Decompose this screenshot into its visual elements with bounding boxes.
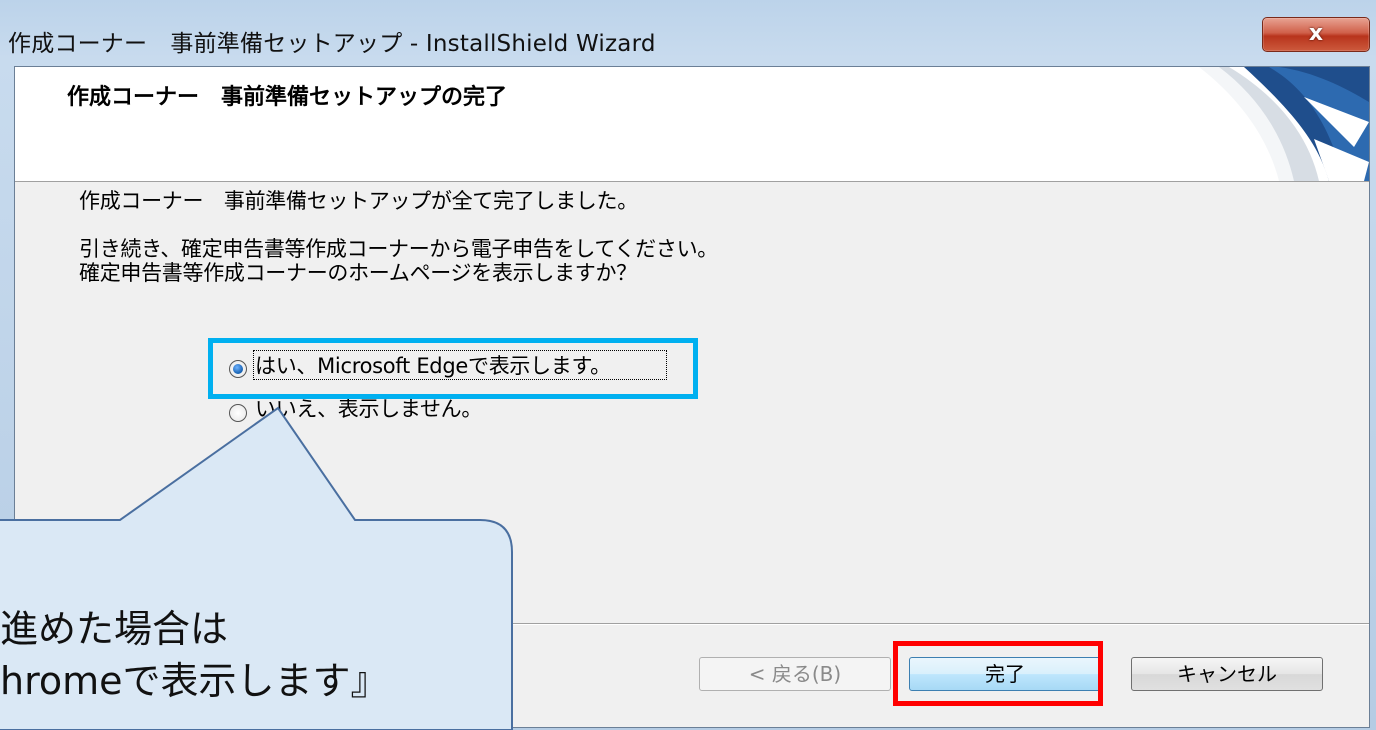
instruction-line-2: 確定申告書等作成コーナーのホームページを表示しますか？	[79, 261, 637, 285]
window-title: 作成コーナー 事前準備セットアップ - InstallShield Wizard	[8, 31, 656, 57]
callout-text-line-1: 進めた場合は	[0, 607, 229, 651]
page-title: 作成コーナー 事前準備セットアップの完了	[67, 85, 508, 110]
close-icon: x	[1308, 21, 1324, 46]
close-button[interactable]: x	[1262, 17, 1370, 52]
highlight-box-red	[893, 641, 1103, 706]
highlight-box-blue	[208, 338, 698, 399]
callout-text-line-2: hromeで表示します』	[0, 659, 389, 703]
completion-message: 作成コーナー 事前準備セットアップが全て完了しました。	[79, 189, 638, 213]
back-button[interactable]: < 戻る(B)	[699, 657, 891, 691]
installshield-logo	[1199, 67, 1369, 181]
header-band: 作成コーナー 事前準備セットアップの完了	[15, 67, 1369, 182]
cancel-button[interactable]: キャンセル	[1131, 657, 1323, 691]
radio-no[interactable]	[229, 404, 247, 422]
title-bar[interactable]: 作成コーナー 事前準備セットアップ - InstallShield Wizard…	[0, 14, 1376, 66]
